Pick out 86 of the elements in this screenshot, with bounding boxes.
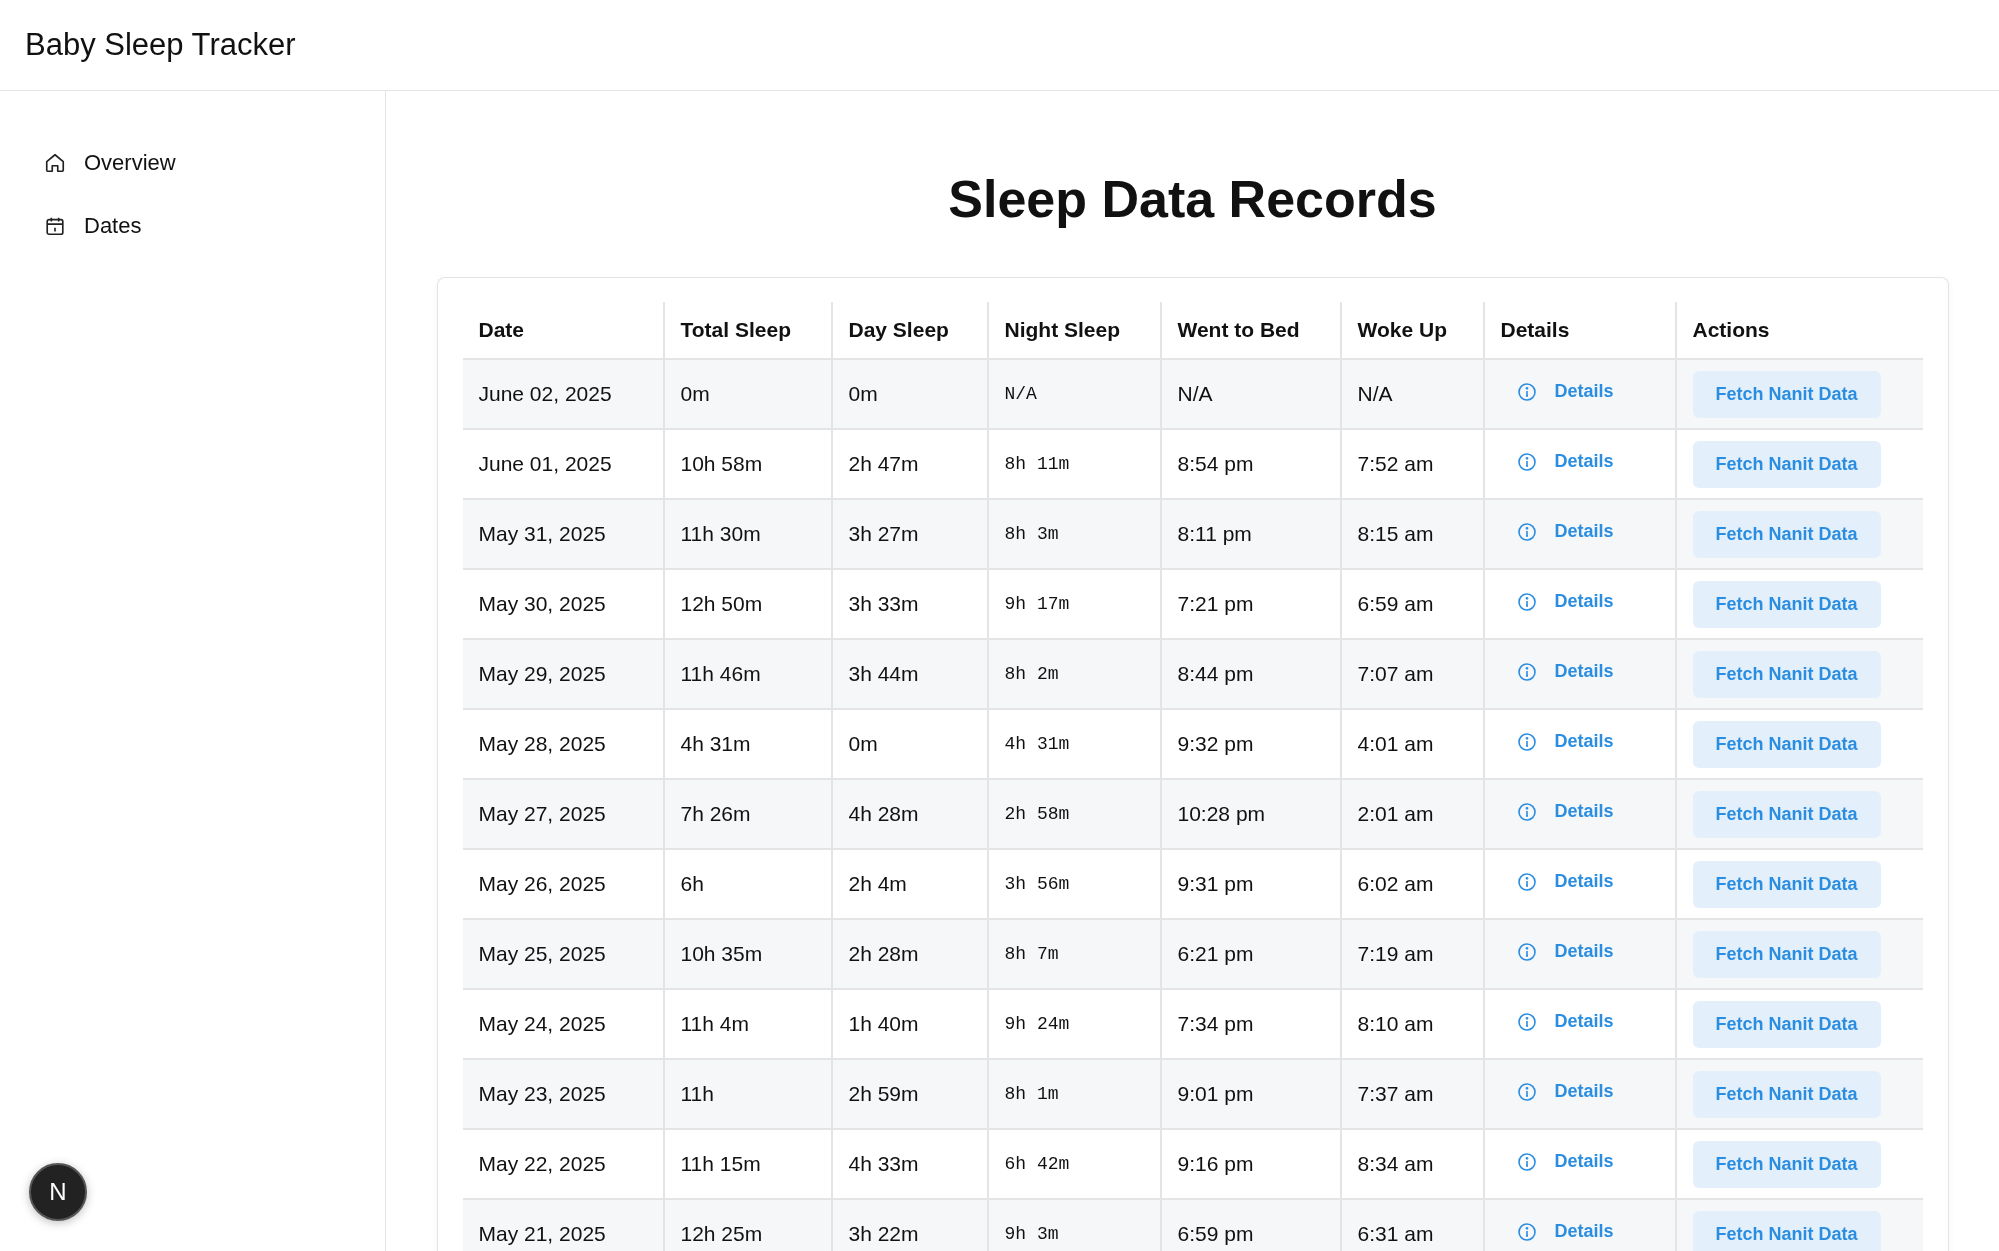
table-cell: 6:31 am: [1340, 1199, 1484, 1251]
fetch-button[interactable]: Fetch Nanit Data: [1692, 370, 1881, 418]
table-cell: May 25, 2025: [462, 919, 664, 989]
table-cell: 3h 22m: [831, 1199, 988, 1251]
table-cell: 8h 1m: [987, 1059, 1161, 1129]
table-cell: N/A: [1160, 359, 1341, 429]
details-link[interactable]: Details: [1516, 871, 1614, 893]
table-cell: May 27, 2025: [462, 779, 664, 849]
table-cell: 8:44 pm: [1160, 639, 1341, 709]
app-title: Baby Sleep Tracker: [25, 27, 296, 63]
table-cell: 6:21 pm: [1160, 919, 1341, 989]
details-link[interactable]: Details: [1516, 381, 1614, 403]
table-cell: 11h 46m: [663, 639, 832, 709]
table-cell: 0m: [831, 359, 988, 429]
fetch-button[interactable]: Fetch Nanit Data: [1692, 1000, 1881, 1048]
sidebar-item[interactable]: Overview: [0, 131, 385, 194]
page-heading: Sleep Data Records: [948, 169, 1437, 229]
info-icon: [1516, 871, 1537, 892]
table-cell: 9h 3m: [987, 1199, 1161, 1251]
info-icon: [1516, 1151, 1537, 1172]
table-cell: 8h 2m: [987, 639, 1161, 709]
table-cell: 8:11 pm: [1160, 499, 1341, 569]
table-cell: 3h 27m: [831, 499, 988, 569]
table-cell: 11h: [663, 1059, 832, 1129]
details-link[interactable]: Details: [1516, 451, 1614, 473]
info-icon: [1516, 731, 1537, 752]
table-cell: 4h 28m: [831, 779, 988, 849]
info-icon: [1516, 801, 1537, 822]
info-icon: [1516, 591, 1537, 612]
table-cell: 2:01 am: [1340, 779, 1484, 849]
details-link[interactable]: Details: [1516, 1151, 1614, 1173]
table-cell: June 02, 2025: [462, 359, 664, 429]
table-cell: 8h 3m: [987, 499, 1161, 569]
details-link[interactable]: Details: [1516, 591, 1614, 613]
fetch-button[interactable]: Fetch Nanit Data: [1692, 1070, 1881, 1118]
table-cell: N/A: [1340, 359, 1484, 429]
info-icon: [1516, 661, 1537, 682]
fetch-button[interactable]: Fetch Nanit Data: [1692, 930, 1881, 978]
table-cell: 2h 58m: [987, 779, 1161, 849]
fetch-button[interactable]: Fetch Nanit Data: [1692, 510, 1881, 558]
fetch-button[interactable]: Fetch Nanit Data: [1692, 720, 1881, 768]
table-cell: 7:07 am: [1340, 639, 1484, 709]
info-icon: [1516, 1011, 1537, 1032]
details-link[interactable]: Details: [1516, 801, 1614, 823]
info-icon: [1516, 381, 1537, 402]
table-cell: May 29, 2025: [462, 639, 664, 709]
table-cell: May 31, 2025: [462, 499, 664, 569]
info-icon: [1516, 451, 1537, 472]
info-icon: [1516, 941, 1537, 962]
details-link[interactable]: Details: [1516, 731, 1614, 753]
avatar-badge[interactable]: N: [29, 1163, 87, 1221]
table-cell: 6:59 pm: [1160, 1199, 1341, 1251]
table-cell: 7:19 am: [1340, 919, 1484, 989]
table-cell: 3h 44m: [831, 639, 988, 709]
fetch-button[interactable]: Fetch Nanit Data: [1692, 1140, 1881, 1188]
table-cell: 9:01 pm: [1160, 1059, 1341, 1129]
table-cell: N/A: [987, 359, 1161, 429]
table-cell: 0m: [663, 359, 832, 429]
table-cell: 10:28 pm: [1160, 779, 1341, 849]
sidebar-item[interactable]: Dates: [0, 194, 385, 257]
table-cell: 11h 30m: [663, 499, 832, 569]
fetch-button[interactable]: Fetch Nanit Data: [1692, 580, 1881, 628]
table-cell: 2h 59m: [831, 1059, 988, 1129]
details-link[interactable]: Details: [1516, 1081, 1614, 1103]
table-cell: 2h 28m: [831, 919, 988, 989]
table-cell: 7:37 am: [1340, 1059, 1484, 1129]
table-cell: 12h 25m: [663, 1199, 832, 1251]
table-cell: 8:15 am: [1340, 499, 1484, 569]
home-icon: [44, 151, 66, 174]
table-cell: 10h 35m: [663, 919, 832, 989]
table-cell: May 21, 2025: [462, 1199, 664, 1251]
fetch-button[interactable]: Fetch Nanit Data: [1692, 790, 1881, 838]
details-link[interactable]: Details: [1516, 661, 1614, 683]
table-cell: May 23, 2025: [462, 1059, 664, 1129]
fetch-button[interactable]: Fetch Nanit Data: [1692, 1210, 1881, 1251]
table-cell: 7h 26m: [663, 779, 832, 849]
details-link[interactable]: Details: [1516, 1011, 1614, 1033]
table-cell: 8h 7m: [987, 919, 1161, 989]
info-icon: [1516, 1081, 1537, 1102]
fetch-button[interactable]: Fetch Nanit Data: [1692, 650, 1881, 698]
details-link[interactable]: Details: [1516, 521, 1614, 543]
info-icon: [1516, 521, 1537, 542]
details-link[interactable]: Details: [1516, 941, 1614, 963]
info-icon: [1516, 1221, 1537, 1242]
fetch-button[interactable]: Fetch Nanit Data: [1692, 860, 1881, 908]
fetch-button[interactable]: Fetch Nanit Data: [1692, 440, 1881, 488]
